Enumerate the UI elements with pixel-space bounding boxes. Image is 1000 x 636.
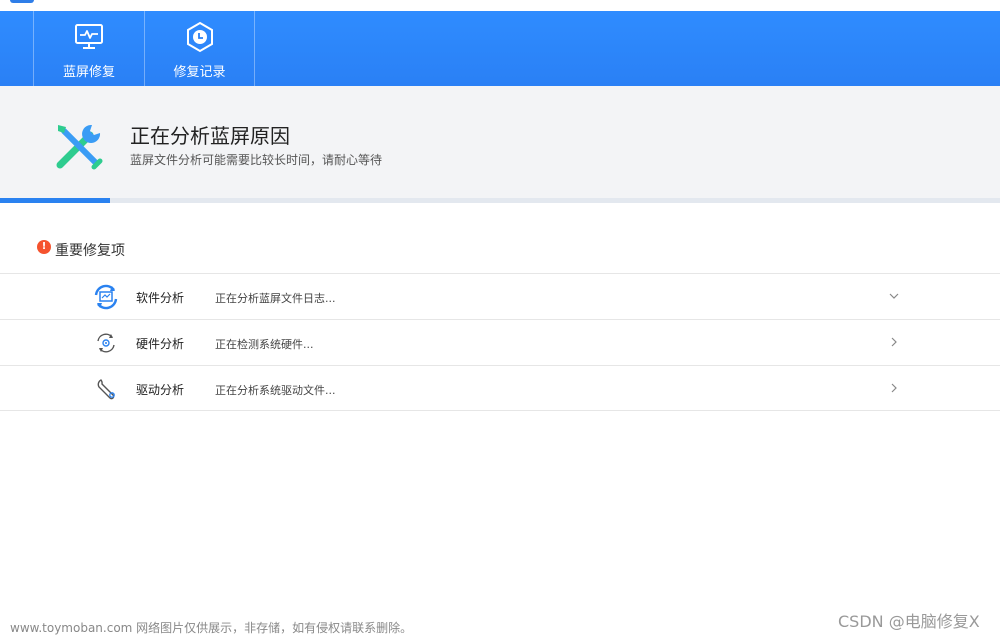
repair-item-name: 硬件分析: [136, 337, 185, 351]
toolbar-repair-history-button[interactable]: 修复记录: [144, 11, 255, 86]
hardware-analysis-icon: [97, 333, 115, 353]
status-title: 正在分析蓝屏原因: [130, 124, 290, 148]
toolbar-bluescreen-repair-label: 蓝屏修复: [62, 65, 115, 80]
software-analysis-icon: [94, 284, 118, 310]
repair-item-status: 正在分析蓝屏文件日志...: [215, 292, 336, 305]
watermark-source: www.toymoban.com 网络图片仅供展示，非存储，如有侵权请联系删除。: [10, 621, 413, 635]
analysis-progress-bar: [0, 198, 1000, 203]
chevron-right-icon[interactable]: [887, 335, 901, 349]
section-title: 重要修复项: [55, 243, 125, 259]
status-subtitle: 蓝屏文件分析可能需要比较长时间，请耐心等待: [130, 153, 383, 167]
repair-item-status: 正在检测系统硬件...: [215, 338, 314, 351]
app-corner-icon: [10, 0, 34, 3]
repair-item-driver[interactable]: 驱动分析 正在分析系统驱动文件...: [0, 365, 1000, 411]
repair-item-name: 软件分析: [136, 291, 185, 305]
main-toolbar: 蓝屏修复 修复记录: [0, 11, 1000, 86]
chevron-down-icon[interactable]: [887, 289, 901, 303]
chevron-right-icon[interactable]: [887, 381, 901, 395]
toolbar-repair-history-label: 修复记录: [173, 65, 226, 80]
repair-item-list: 软件分析 正在分析蓝屏文件日志... 硬件分析 正在检测系统硬件... 驱动分析…: [0, 273, 1000, 411]
clock-hexagon-icon: [186, 21, 213, 53]
warning-icon: !: [37, 240, 51, 254]
repair-tools-icon: [56, 124, 103, 170]
watermark-author: CSDN @电脑修复X: [838, 612, 980, 631]
driver-analysis-icon: [97, 379, 115, 400]
toolbar-bluescreen-repair-button[interactable]: 蓝屏修复: [33, 11, 144, 86]
monitor-pulse-icon: [75, 24, 103, 49]
repair-item-software[interactable]: 软件分析 正在分析蓝屏文件日志...: [0, 273, 1000, 319]
repair-item-name: 驱动分析: [136, 383, 185, 397]
repair-item-hardware[interactable]: 硬件分析 正在检测系统硬件...: [0, 319, 1000, 365]
window-top-strip: [0, 0, 1000, 11]
analysis-progress-fill: [0, 198, 110, 203]
repair-item-status: 正在分析系统驱动文件...: [215, 384, 336, 397]
